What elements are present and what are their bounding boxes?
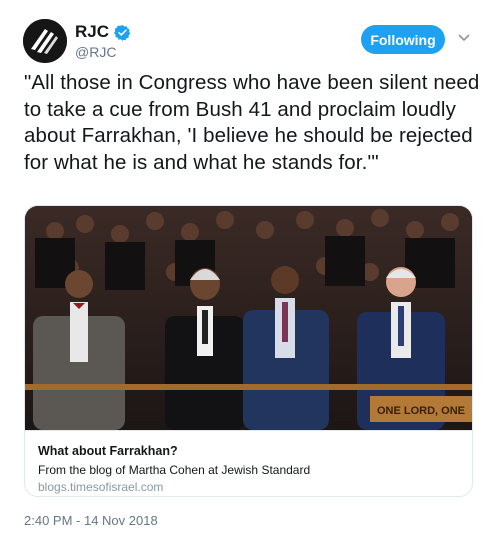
photo-sign-text: ONE LORD, ONE xyxy=(377,405,465,417)
account-name[interactable]: RJC xyxy=(75,22,109,42)
card-title[interactable]: What about Farrakhan? xyxy=(38,444,178,458)
rjc-logo-icon xyxy=(23,19,67,63)
account-handle[interactable]: @RJC xyxy=(75,44,116,60)
tweet-timestamp[interactable]: 2:40 PM - 14 Nov 2018 xyxy=(24,513,158,528)
card-domain: blogs.timesofisrael.com xyxy=(38,480,164,494)
following-button[interactable]: Following xyxy=(361,25,445,54)
card-photo: ONE LORD, ONE xyxy=(25,206,472,430)
avatar[interactable] xyxy=(23,19,67,63)
card-description: From the blog of Martha Cohen at Jewish … xyxy=(38,463,311,477)
link-card[interactable]: ONE LORD, ONE What about Farrakhan? From… xyxy=(24,205,473,497)
tweet-text: "All those in Congress who have been sil… xyxy=(24,71,480,174)
verified-badge-icon xyxy=(114,24,131,41)
chevron-down-icon[interactable] xyxy=(458,33,470,43)
